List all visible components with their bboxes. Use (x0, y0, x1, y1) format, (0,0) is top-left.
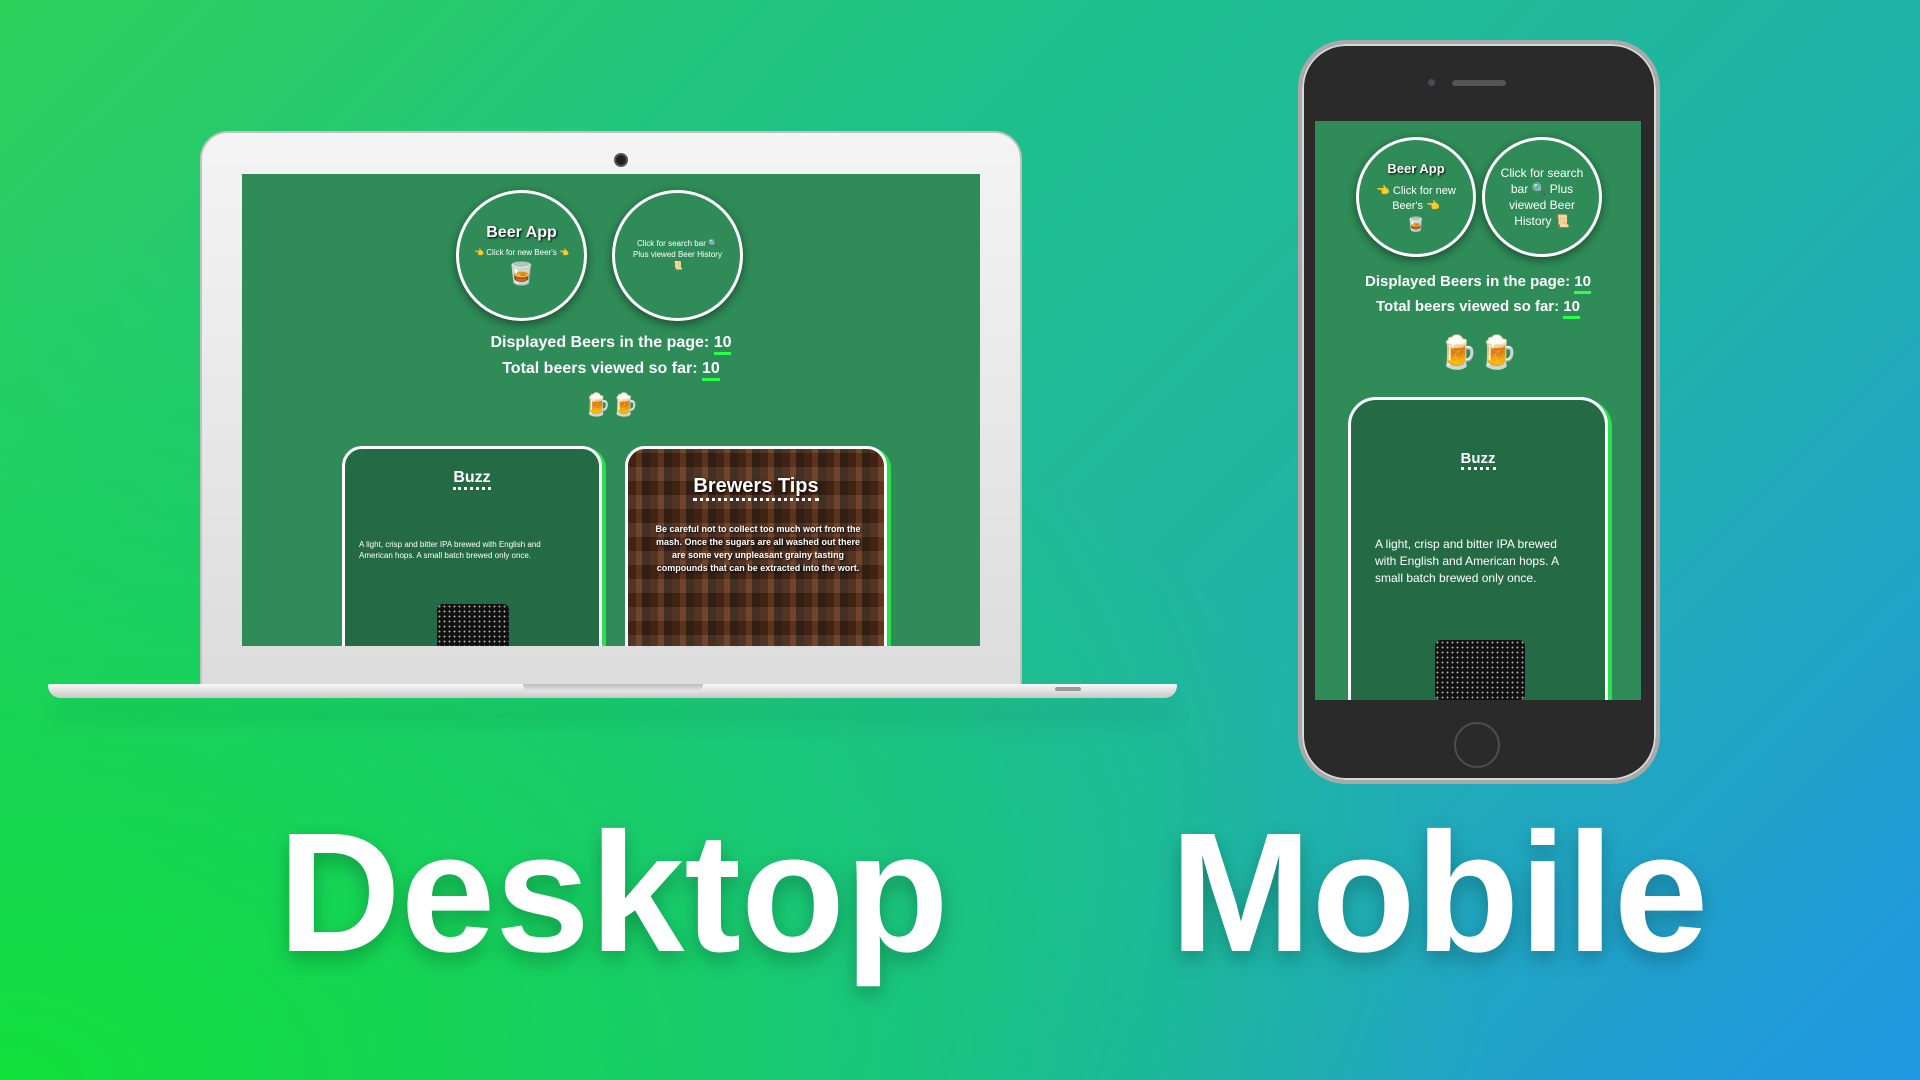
mobile-screen: Beer App 👈 Click for new Beer's 👈 🥃 Clic… (1315, 121, 1641, 700)
tips-text: Be careful not to collect too much wort … (655, 524, 861, 574)
app-title: Beer App (486, 224, 557, 241)
search-history-label-mobile: Click for search bar 🔍 Plus viewed Beer … (1500, 165, 1584, 229)
total-label-mobile: Total beers viewed so far: (1376, 298, 1560, 315)
beer-mugs-icon-mobile: 🍺🍺 (1438, 334, 1518, 370)
beer-card[interactable]: Buzz A light, crisp and bitter IPA brewe… (342, 446, 602, 646)
beer-image-mobile (1435, 640, 1525, 700)
desktop-screen: Beer App 👈 Click for new Beer's 👈 🥃 Clic… (242, 174, 980, 646)
speaker-grille (1452, 80, 1506, 86)
power-indicator (1055, 687, 1081, 691)
displayed-label-mobile: Displayed Beers in the page: (1365, 273, 1571, 290)
front-camera-icon (1428, 79, 1435, 86)
beer-card-description: A light, crisp and bitter IPA brewed wit… (359, 540, 541, 561)
new-beers-label-mobile-line1: 👈 Click for new (1376, 185, 1456, 197)
displayed-value-mobile: 10 (1574, 273, 1591, 294)
displayed-count-mobile: Displayed Beers in the page: 10 (1315, 273, 1641, 294)
displayed-count: Displayed Beers in the page: 10 (242, 334, 980, 355)
beer-mugs-icon: 🍺🍺 (583, 392, 639, 417)
tips-title: Brewers Tips (628, 475, 884, 501)
mobile-label: Mobile (1170, 798, 1709, 988)
beer-image (437, 604, 509, 646)
beer-card-title: Buzz (345, 469, 599, 490)
total-value: 10 (701, 360, 720, 381)
beer-glass-icon-mobile: 🥃 (1407, 216, 1425, 232)
search-history-label: Click for search bar 🔍 Plus viewed Beer … (633, 239, 722, 270)
new-beers-button-mobile[interactable]: Beer App 👈 Click for new Beer's 👈 🥃 (1356, 137, 1476, 257)
total-count: Total beers viewed so far: 10 (242, 360, 980, 381)
beer-glass-icon: 🥃 (507, 261, 536, 286)
new-beers-button[interactable]: Beer App 👈 Click for new Beer's 👈 🥃 (456, 190, 587, 321)
beer-card-description-mobile: A light, crisp and bitter IPA brewed wit… (1375, 537, 1559, 585)
beer-card-title-mobile: Buzz (1351, 450, 1605, 470)
home-button[interactable] (1454, 722, 1500, 768)
total-value-mobile: 10 (1563, 298, 1580, 319)
app-title-mobile: Beer App (1387, 161, 1445, 176)
laptop-notch (523, 684, 703, 692)
displayed-label: Displayed Beers in the page: (490, 334, 710, 351)
desktop-label: Desktop (278, 798, 949, 988)
new-beers-label-mobile-line2: Beer's 👈 (1392, 200, 1440, 212)
displayed-value: 10 (713, 334, 732, 355)
webcam-icon (614, 153, 628, 167)
new-beers-label: 👈 Click for new Beer's 👈 (474, 248, 569, 257)
laptop-base (48, 684, 1177, 698)
brewers-tips-card: Brewers Tips Be careful not to collect t… (625, 446, 887, 646)
beer-card-mobile[interactable]: Buzz A light, crisp and bitter IPA brewe… (1348, 397, 1608, 700)
total-label: Total beers viewed so far: (502, 360, 698, 377)
search-history-button-mobile[interactable]: Click for search bar 🔍 Plus viewed Beer … (1482, 137, 1602, 257)
total-count-mobile: Total beers viewed so far: 10 (1315, 298, 1641, 319)
search-history-button[interactable]: Click for search bar 🔍 Plus viewed Beer … (612, 190, 743, 321)
